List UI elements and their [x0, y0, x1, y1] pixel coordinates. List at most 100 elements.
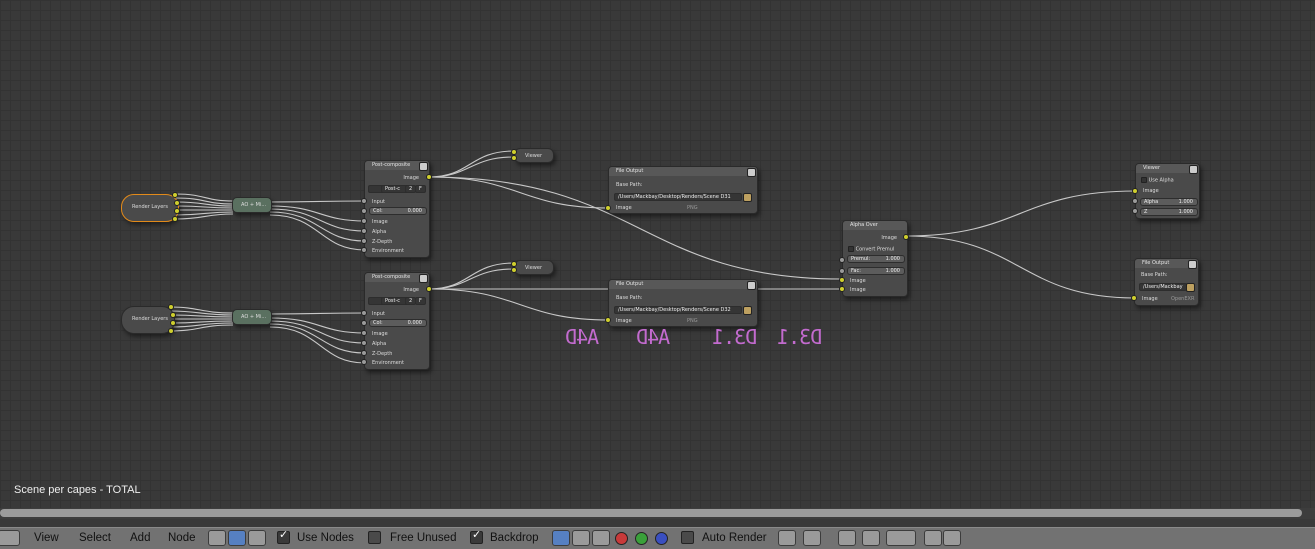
color-field[interactable]: Col: 0.000: [369, 319, 427, 327]
post-composite-node-2[interactable]: Post-composite Image Post-c 2 F Input Co…: [364, 272, 430, 370]
output-socket[interactable]: [172, 216, 178, 222]
proportional-icon[interactable]: [862, 530, 880, 546]
input-socket[interactable]: [361, 359, 367, 365]
input-socket[interactable]: [361, 310, 367, 316]
green-channel-icon[interactable]: [635, 532, 648, 545]
input-socket[interactable]: [511, 267, 517, 273]
viewer-node-1[interactable]: Viewer: [514, 148, 554, 163]
input-socket[interactable]: [361, 330, 367, 336]
backdrop-rgb-icon[interactable]: [552, 530, 570, 546]
node-header[interactable]: File Output: [609, 280, 757, 289]
fake-user-toggle[interactable]: F: [415, 297, 426, 305]
input-socket[interactable]: [361, 247, 367, 253]
input-socket[interactable]: [1131, 295, 1137, 301]
z-field[interactable]: Z 1.000: [1140, 208, 1198, 216]
checkbox-icon[interactable]: [848, 246, 854, 252]
input-socket[interactable]: [839, 268, 845, 274]
output-socket[interactable]: [168, 304, 174, 310]
group-node-2[interactable]: AO + Mi...: [232, 309, 272, 325]
pin-icon[interactable]: [778, 530, 796, 546]
input-socket[interactable]: [511, 155, 517, 161]
menu-view[interactable]: View: [34, 531, 59, 546]
texture-icon[interactable]: [248, 530, 266, 546]
base-path-field[interactable]: /Users/Mackbay: [1139, 283, 1187, 291]
output-socket[interactable]: [903, 234, 909, 240]
auto-render-checkbox[interactable]: [681, 531, 694, 544]
base-path-field[interactable]: /Users/Mackbay/Desktop/Renders/Scene D31: [614, 193, 742, 201]
node-preview-icon[interactable]: [747, 281, 756, 290]
input-socket[interactable]: [361, 218, 367, 224]
node-header[interactable]: Alpha Over: [843, 221, 907, 230]
color-field[interactable]: Col: 0.000: [369, 207, 427, 215]
output-socket[interactable]: [170, 312, 176, 318]
folder-icon[interactable]: [1186, 283, 1195, 292]
node-preview-icon[interactable]: [747, 168, 756, 177]
free-unused-checkbox[interactable]: [368, 531, 381, 544]
input-socket[interactable]: [1132, 198, 1138, 204]
backdrop-checker-icon[interactable]: [572, 530, 590, 546]
input-socket[interactable]: [361, 340, 367, 346]
alpha-field[interactable]: Alpha 1.000: [1140, 198, 1198, 206]
node-header[interactable]: File Output: [609, 167, 757, 176]
editor-type-icon[interactable]: [0, 530, 20, 546]
post-composite-node-1[interactable]: Post-composite Image Post-c 2 F Input Co…: [364, 160, 430, 258]
render-layers-node-1[interactable]: Render Layers: [121, 194, 179, 222]
file-output-node-2[interactable]: File Output Base Path: /Users/Mackbay/De…: [608, 279, 758, 327]
input-socket[interactable]: [839, 286, 845, 292]
input-socket[interactable]: [1132, 208, 1138, 214]
input-socket[interactable]: [361, 208, 367, 214]
output-socket[interactable]: [170, 320, 176, 326]
node-preview-icon[interactable]: [1189, 165, 1198, 174]
viewer-node-3[interactable]: Viewer Use Alpha Image Alpha 1.000 Z 1.0…: [1135, 163, 1200, 219]
input-socket[interactable]: [605, 205, 611, 211]
input-socket[interactable]: [605, 317, 611, 323]
checkbox-icon[interactable]: [1141, 177, 1147, 183]
input-socket[interactable]: [839, 257, 845, 263]
render-layers-node-2[interactable]: Render Layers: [121, 306, 175, 334]
menu-select[interactable]: Select: [79, 531, 111, 546]
menu-node[interactable]: Node: [168, 531, 196, 546]
file-output-node-3[interactable]: File Output Base Path: /Users/Mackbay Im…: [1134, 258, 1199, 306]
parent-icon[interactable]: [803, 530, 821, 546]
red-channel-icon[interactable]: [615, 532, 628, 545]
folder-icon[interactable]: [743, 193, 752, 202]
convert-premul-checkbox[interactable]: Convert Premul: [848, 246, 894, 253]
output-socket[interactable]: [174, 200, 180, 206]
fake-user-toggle[interactable]: F: [415, 185, 426, 193]
output-socket[interactable]: [426, 286, 432, 292]
backdrop-checkbox[interactable]: ✓: [470, 529, 483, 544]
input-socket[interactable]: [361, 320, 367, 326]
output-socket[interactable]: [172, 192, 178, 198]
base-path-field[interactable]: /Users/Mackbay/Desktop/Renders/Scene D32: [614, 306, 742, 314]
horizontal-scrollbar[interactable]: [0, 509, 1302, 517]
node-preview-icon[interactable]: [419, 162, 428, 171]
input-socket[interactable]: [361, 198, 367, 204]
node-editor-canvas[interactable]: Render Layers Render Layers AO + Mi... A…: [0, 0, 1315, 508]
shader-icon[interactable]: [208, 530, 226, 546]
fac-field[interactable]: Fac: 1.000: [847, 267, 905, 275]
use-alpha-checkbox[interactable]: Use Alpha: [1141, 177, 1174, 184]
blue-channel-icon[interactable]: [655, 532, 668, 545]
input-socket[interactable]: [361, 238, 367, 244]
output-socket[interactable]: [174, 208, 180, 214]
output-socket[interactable]: [168, 328, 174, 334]
copy-icon[interactable]: [924, 530, 942, 546]
snap-icon[interactable]: [838, 530, 856, 546]
node-preview-icon[interactable]: [1188, 260, 1197, 269]
paste-icon[interactable]: [943, 530, 961, 546]
node-preview-icon[interactable]: [419, 274, 428, 283]
backdrop-alpha-icon[interactable]: [592, 530, 610, 546]
folder-icon[interactable]: [743, 306, 752, 315]
snap-node-icon[interactable]: [886, 530, 916, 546]
group-node-1[interactable]: AO + Mi...: [232, 197, 272, 213]
input-socket[interactable]: [839, 277, 845, 283]
input-socket[interactable]: [361, 350, 367, 356]
viewer-node-2[interactable]: Viewer: [514, 260, 554, 275]
input-socket[interactable]: [361, 228, 367, 234]
input-socket[interactable]: [1132, 188, 1138, 194]
file-output-node-1[interactable]: File Output Base Path: /Users/Mackbay/De…: [608, 166, 758, 214]
output-socket[interactable]: [426, 174, 432, 180]
use-nodes-checkbox[interactable]: ✓: [277, 529, 290, 544]
compositor-icon[interactable]: [228, 530, 246, 546]
premul-field[interactable]: Premul: 1.000: [847, 255, 905, 263]
